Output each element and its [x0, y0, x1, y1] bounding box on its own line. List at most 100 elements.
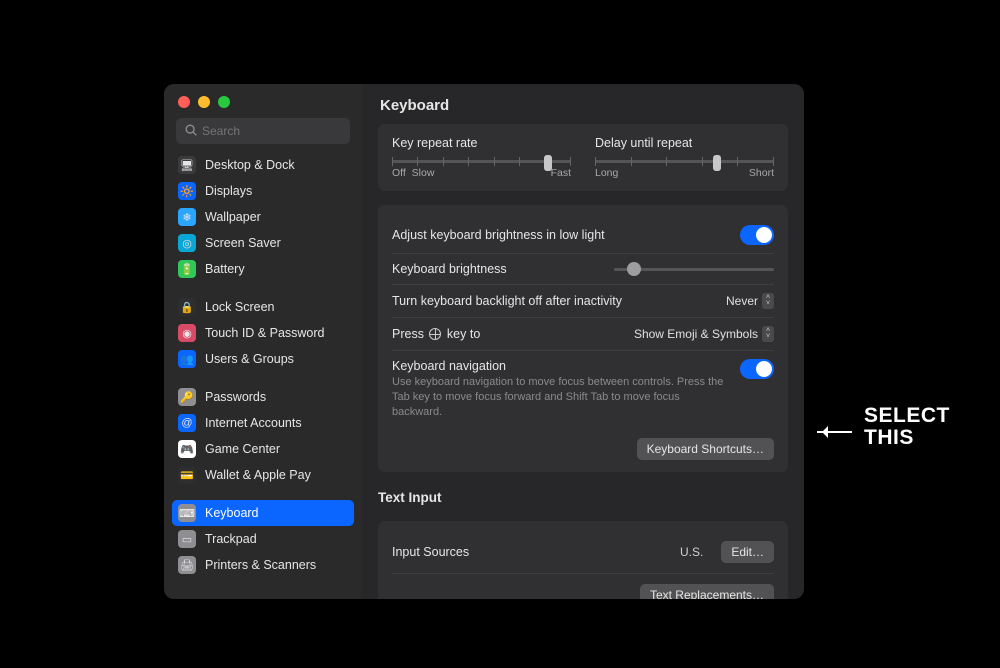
sidebar-icon: 🔒	[178, 298, 196, 316]
sidebar-icon: ◉	[178, 324, 196, 342]
adjust-brightness-toggle[interactable]	[740, 225, 774, 245]
annotation-text: SELECTTHIS	[864, 405, 950, 449]
sidebar-icon: 💳	[178, 466, 196, 484]
close-window-button[interactable]	[178, 96, 190, 108]
delay-until-repeat-label: Delay until repeat	[595, 136, 774, 150]
sidebar-item-displays[interactable]: 🔆 Displays	[172, 178, 354, 204]
sidebar-item-game-center[interactable]: 🎮 Game Center	[172, 436, 354, 462]
keyboard-options-card: Adjust keyboard brightness in low light …	[378, 205, 788, 472]
key-repeat-rate-thumb[interactable]	[544, 155, 552, 171]
delay-long-label: Long	[595, 167, 618, 179]
sidebar-item-passwords[interactable]: 🔑 Passwords	[172, 384, 354, 410]
keyboard-navigation-label: Keyboard navigation	[392, 359, 724, 373]
chevrons-icon: ˄˅	[762, 293, 774, 309]
search-icon	[184, 123, 198, 137]
annotation-arrow-icon	[817, 431, 852, 433]
input-sources-value: U.S.	[680, 545, 703, 559]
sidebar-item-label: Passwords	[205, 390, 266, 404]
sidebar-item-printers-scanners[interactable]: 🖨 Printers & Scanners	[172, 552, 354, 578]
press-globe-key-popup[interactable]: Show Emoji & Symbols ˄˅	[634, 326, 774, 342]
sidebar-icon: 🔋	[178, 260, 196, 278]
page-title: Keyboard	[362, 84, 804, 124]
annotation-overlay: SELECTTHIS	[817, 405, 950, 449]
chevrons-icon: ˄˅	[762, 326, 774, 342]
delay-until-repeat-thumb[interactable]	[713, 155, 721, 171]
delay-until-repeat-slider[interactable]	[595, 160, 774, 163]
repeat-sliders-card: Key repeat rate Off Slow Fast Delay unti…	[378, 124, 788, 191]
press-globe-key-label: Press key to	[392, 327, 480, 341]
sidebar-icon: 🔆	[178, 182, 196, 200]
sidebar-item-label: Battery	[205, 262, 245, 276]
sidebar-icon: 🖥	[178, 156, 196, 174]
text-replacements-button[interactable]: Text Replacements…	[640, 584, 774, 599]
sidebar-item-screen-saver[interactable]: ◎ Screen Saver	[172, 230, 354, 256]
sidebar-item-label: Displays	[205, 184, 252, 198]
sidebar: 🖥 Desktop & Dock 🔆 Displays ❄ Wallpaper ◎ Scree…	[164, 84, 362, 599]
keyboard-navigation-description: Use keyboard navigation to move focus be…	[392, 375, 724, 420]
delay-short-label: Short	[749, 167, 774, 179]
press-globe-key-value: Show Emoji & Symbols	[634, 327, 758, 341]
sidebar-item-battery[interactable]: 🔋 Battery	[172, 256, 354, 282]
sidebar-item-touch-id-password[interactable]: ◉ Touch ID & Password	[172, 320, 354, 346]
sidebar-icon: 🎮	[178, 440, 196, 458]
repeat-slow-label: Slow	[412, 167, 435, 179]
sidebar-item-label: Lock Screen	[205, 300, 274, 314]
backlight-off-popup[interactable]: Never ˄˅	[726, 293, 774, 309]
main-scroll: Key repeat rate Off Slow Fast Delay unti…	[362, 124, 804, 599]
sidebar-item-trackpad[interactable]: ▭ Trackpad	[172, 526, 354, 552]
sidebar-item-label: Trackpad	[205, 532, 257, 546]
keyboard-brightness-slider[interactable]	[614, 268, 774, 271]
adjust-brightness-label: Adjust keyboard brightness in low light	[392, 228, 605, 242]
sidebar-icon: 🖨	[178, 556, 196, 574]
text-input-section-title: Text Input	[378, 490, 788, 505]
settings-window: 🖥 Desktop & Dock 🔆 Displays ❄ Wallpaper ◎ Scree…	[164, 84, 804, 599]
sidebar-item-label: Wallet & Apple Pay	[205, 468, 311, 482]
sidebar-icon: ▭	[178, 530, 196, 548]
zoom-window-button[interactable]	[218, 96, 230, 108]
key-repeat-rate-slider[interactable]	[392, 160, 571, 163]
text-input-card: Input Sources U.S. Edit… Text Replacemen…	[378, 521, 788, 599]
minimize-window-button[interactable]	[198, 96, 210, 108]
sidebar-icon: ⌨	[178, 504, 196, 522]
sidebar-item-label: Internet Accounts	[205, 416, 302, 430]
keyboard-shortcuts-button[interactable]: Keyboard Shortcuts…	[637, 438, 774, 460]
sidebar-icon: 👥	[178, 350, 196, 368]
keyboard-navigation-toggle[interactable]	[740, 359, 774, 379]
sidebar-item-wallet-apple-pay[interactable]: 💳 Wallet & Apple Pay	[172, 462, 354, 488]
keyboard-brightness-label: Keyboard brightness	[392, 262, 507, 276]
sidebar-item-desktop-dock[interactable]: 🖥 Desktop & Dock	[172, 152, 354, 178]
sidebar-item-label: Users & Groups	[205, 352, 294, 366]
sidebar-item-label: Game Center	[205, 442, 280, 456]
search-input[interactable]	[176, 118, 350, 144]
sidebar-nav: 🖥 Desktop & Dock 🔆 Displays ❄ Wallpaper ◎ Scree…	[164, 152, 362, 595]
input-sources-label: Input Sources	[392, 545, 469, 559]
sidebar-icon: ❄	[178, 208, 196, 226]
sidebar-item-users-groups[interactable]: 👥 Users & Groups	[172, 346, 354, 372]
sidebar-item-keyboard[interactable]: ⌨ Keyboard	[172, 500, 354, 526]
sidebar-icon: ◎	[178, 234, 196, 252]
sidebar-item-label: Desktop & Dock	[205, 158, 295, 172]
sidebar-item-label: Keyboard	[205, 506, 259, 520]
sidebar-icon: @	[178, 414, 196, 432]
delay-until-repeat-block: Delay until repeat Long Short	[595, 136, 774, 179]
search-wrap	[164, 118, 362, 152]
sidebar-item-lock-screen[interactable]: 🔒 Lock Screen	[172, 294, 354, 320]
sidebar-icon: 🔑	[178, 388, 196, 406]
sidebar-item-wallpaper[interactable]: ❄ Wallpaper	[172, 204, 354, 230]
key-repeat-rate-block: Key repeat rate Off Slow Fast	[392, 136, 571, 179]
window-controls	[164, 84, 362, 118]
repeat-off-label: Off	[392, 167, 406, 179]
repeat-fast-label: Fast	[551, 167, 571, 179]
keyboard-brightness-thumb[interactable]	[627, 262, 641, 276]
sidebar-item-label: Screen Saver	[205, 236, 281, 250]
sidebar-item-internet-accounts[interactable]: @ Internet Accounts	[172, 410, 354, 436]
backlight-off-label: Turn keyboard backlight off after inacti…	[392, 294, 622, 308]
sidebar-item-label: Touch ID & Password	[205, 326, 325, 340]
backlight-off-value: Never	[726, 294, 758, 308]
globe-icon	[429, 328, 441, 340]
key-repeat-rate-label: Key repeat rate	[392, 136, 571, 150]
sidebar-item-label: Wallpaper	[205, 210, 261, 224]
input-sources-edit-button[interactable]: Edit…	[721, 541, 774, 563]
sidebar-item-label: Printers & Scanners	[205, 558, 316, 572]
main-panel: Keyboard Key repeat rate Off Slow Fast	[362, 84, 804, 599]
